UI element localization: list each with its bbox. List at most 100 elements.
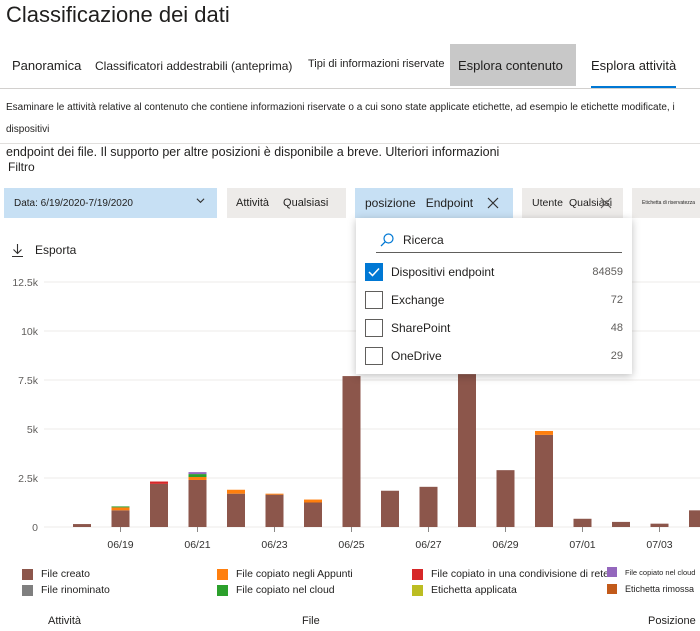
bar-segment[interactable] [73,524,91,527]
tab-panoramica[interactable]: Panoramica [12,44,81,86]
option-count: 72 [610,294,623,306]
x-tick-label: 06/29 [492,539,518,551]
legend-swatch [22,568,33,580]
search-icon [380,233,394,247]
legend-item[interactable]: File copiato negli Appunti [217,568,353,580]
column-header-file[interactable]: File [302,615,320,627]
legend-label: File copiato negli Appunti [236,568,353,580]
legend-swatch [607,584,617,594]
checkbox[interactable] [365,319,383,337]
y-tick-label: 7.5k [18,375,39,387]
bar-segment[interactable] [227,489,245,494]
option-count: 29 [610,350,623,362]
legend-swatch [607,567,617,577]
location-option-sharepoint[interactable]: SharePoint 48 [365,318,623,338]
date-filter-label: Data: 6/19/2020-7/19/2020 [14,197,133,209]
bar-segment[interactable] [342,376,361,527]
legend-item[interactable]: File rinominato [22,584,110,596]
legend-item[interactable]: File copiato in una condivisione di rete [412,568,609,580]
legend-label: File copiato nel cloud [236,584,335,596]
option-label: SharePoint [391,321,451,335]
location-option-endpoint[interactable]: Dispositivi endpoint 84859 [365,262,623,282]
bar-segment[interactable] [458,374,476,527]
close-icon[interactable] [487,197,499,209]
checkbox[interactable] [365,263,383,281]
bar-segment[interactable] [304,499,322,503]
y-tick-label: 5k [27,424,39,436]
option-count: 48 [610,322,623,334]
sensitivity-label-filter[interactable]: Etichetta di riservatezza [632,188,700,218]
description-divider [0,143,700,144]
legend-item[interactable]: File copiato nel cloud [217,584,335,596]
x-tick-label: 06/19 [107,539,133,551]
bar-segment[interactable] [381,490,399,527]
location-dropdown: Ricerca Dispositivi endpoint 84859 Excha… [356,218,632,374]
legend-item[interactable]: Etichetta applicata [412,584,517,596]
legend-item[interactable]: File creato [22,568,90,580]
tab-esplora-contenuto[interactable]: Esplora contenuto [450,44,576,86]
description-line-2: endpoint dei file. Il supporto per altre… [6,145,500,159]
column-header-activity[interactable]: Attività [48,615,81,627]
bar-segment[interactable] [496,470,515,527]
option-label: OneDrive [391,349,442,363]
sensitivity-label-filter-key: Etichetta di riservatezza [642,200,696,206]
bar-segment[interactable] [111,506,130,508]
bar-segment[interactable] [150,481,168,484]
legend-swatch [412,568,423,580]
x-tick-label: 07/03 [646,539,672,551]
checkbox[interactable] [365,291,383,309]
page-title: Classificazione dei dati [6,2,230,27]
legend-item[interactable]: Etichetta rimossa [607,584,694,594]
y-tick-label: 2.5k [18,473,39,485]
export-button[interactable]: Esporta [12,243,76,257]
x-tick-label: 06/21 [184,539,210,551]
bar-segment[interactable] [227,493,245,527]
location-filter[interactable]: posizione Endpoint [355,188,513,218]
chevron-down-icon [196,198,205,204]
column-header-location[interactable]: Posizione [648,615,696,627]
close-icon[interactable] [600,197,612,209]
description-line-1: Esaminare le attività relative al conten… [6,102,675,135]
bar-segment[interactable] [111,507,130,511]
location-option-onedrive[interactable]: OneDrive 29 [365,346,623,366]
x-tick-label: 07/01 [569,539,595,551]
bar-segment[interactable] [150,483,168,527]
legend-swatch [22,584,33,596]
option-count: 84859 [592,266,623,278]
checkbox[interactable] [365,347,383,365]
bar-segment[interactable] [650,523,669,527]
date-filter[interactable]: Data: 6/19/2020-7/19/2020 [4,188,217,218]
option-label: Dispositivi endpoint [391,265,495,279]
filter-label: Filtro [8,160,35,174]
bar-segment[interactable] [188,472,207,475]
legend-label: Etichetta rimossa [625,584,695,594]
bar-segment[interactable] [535,430,553,435]
activity-filter[interactable]: Attività Qualsiasi [227,188,346,218]
bar-segment[interactable] [111,510,130,527]
bar-segment[interactable] [265,493,284,495]
bar-segment[interactable] [265,494,284,527]
tab-classificatori[interactable]: Classificatori addestrabili (anteprima) [95,44,292,86]
bar-segment[interactable] [573,518,592,527]
page-description: Esaminare le attività relative al conten… [6,97,700,163]
y-tick-label: 10k [21,326,39,338]
user-filter[interactable]: Utente Qualsiasi [522,188,623,218]
legend-label: File creato [41,568,91,580]
activity-filter-value: Qualsiasi [283,197,329,209]
bar-segment[interactable] [419,486,438,527]
bar-segment[interactable] [188,474,207,478]
legend-item[interactable]: File copiato nel cloud [607,567,695,577]
bar-segment[interactable] [188,477,207,480]
location-option-exchange[interactable]: Exchange 72 [365,290,623,310]
bar-segment[interactable] [188,479,207,527]
location-search-input[interactable]: Ricerca [376,228,622,253]
y-tick-label: 12.5k [12,277,38,289]
tab-tipi-informazioni[interactable]: Tipi di informazioni riservate [308,44,445,86]
bar-segment[interactable] [612,521,630,527]
bar-segment[interactable] [304,502,322,528]
bar-segment[interactable] [535,434,553,527]
user-filter-key: Utente [532,197,563,209]
tab-esplora-attivita[interactable]: Esplora attività [591,44,677,88]
bar-segment[interactable] [689,510,700,527]
y-tick-label: 0 [32,522,38,534]
